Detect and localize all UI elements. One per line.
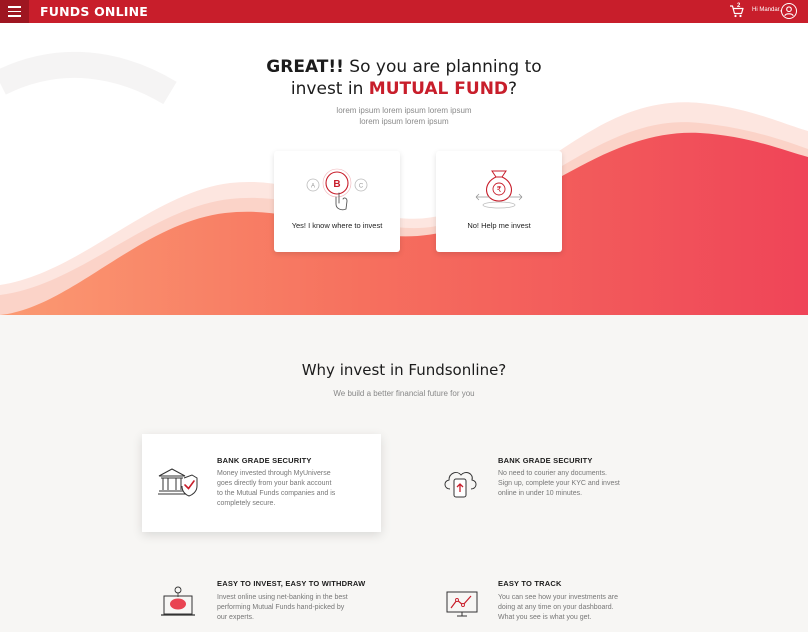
feature-line: What you see is what you get. bbox=[498, 614, 592, 621]
abc-choice-icon: A C B bbox=[306, 168, 368, 211]
feature-heading: BANK GRADE SECURITY bbox=[217, 456, 312, 465]
feature-description: Money invested through MyUniverse goes d… bbox=[217, 469, 335, 509]
feature-line: to the Mutual Funds companies and is bbox=[217, 490, 336, 497]
hero-section: GREAT!! So you are planning to invest in… bbox=[0, 23, 808, 315]
cloud-phone-icon bbox=[444, 472, 477, 498]
piggy-bank-laptop-icon bbox=[161, 586, 195, 616]
cart-count-badge: 2 bbox=[737, 3, 741, 9]
feature-line: doing at any time on your dashboard. bbox=[498, 604, 614, 611]
user-avatar-icon[interactable] bbox=[781, 3, 797, 19]
feature-line: No need to courier any documents. bbox=[498, 470, 607, 477]
option-letter-c: C bbox=[359, 184, 364, 190]
feature-description: Invest online using net-banking in the b… bbox=[217, 593, 348, 623]
brand-logo[interactable]: FUNDS ONLINE bbox=[40, 4, 148, 19]
choice-help-me-invest[interactable]: ₹ No! Help me invest bbox=[436, 151, 562, 252]
feature-line: online in under 10 minutes. bbox=[498, 490, 583, 497]
menu-icon[interactable] bbox=[0, 0, 29, 23]
hero-title-bold: GREAT!! bbox=[266, 57, 344, 77]
hero-title-accent: MUTUAL FUND bbox=[368, 79, 509, 99]
choice-label: No! Help me invest bbox=[467, 221, 531, 230]
feature-line: Money invested through MyUniverse bbox=[217, 470, 331, 477]
feature-line: You can see how your investments are bbox=[498, 594, 618, 601]
top-navbar: FUNDS ONLINE 2 Hi Mandar, bbox=[0, 0, 808, 23]
feature-line: completely secure. bbox=[217, 500, 276, 507]
user-greeting[interactable]: Hi Mandar, bbox=[752, 7, 781, 13]
hero-title-prefix: invest in bbox=[290, 79, 369, 99]
feature-heading: EASY TO INVEST, EASY TO WITHDRAW bbox=[217, 579, 366, 588]
hero-subtitle-line-2: lorem ipsum lorem ipsum bbox=[359, 117, 449, 126]
why-section-title: Why invest in Fundsonline? bbox=[301, 361, 507, 379]
feature-description: You can see how your investments are doi… bbox=[498, 593, 618, 623]
hero-subtitle-line-1: lorem ipsum lorem ipsum lorem ipsum bbox=[336, 106, 472, 115]
chart-monitor-icon bbox=[446, 591, 478, 617]
choice-know-where-to-invest[interactable]: A C B Yes! I know where to invest bbox=[274, 151, 400, 252]
feature-line: goes directly from your bank account bbox=[217, 480, 332, 487]
choice-label: Yes! I know where to invest bbox=[291, 221, 383, 230]
hero-title-line-2: invest in MUTUAL FUND? bbox=[0, 78, 808, 100]
feature-heading: BANK GRADE SECURITY bbox=[498, 456, 593, 465]
feature-line: our experts. bbox=[217, 614, 254, 621]
svg-text:₹: ₹ bbox=[496, 185, 501, 194]
feature-line: Sign up, complete your KYC and invest bbox=[498, 480, 620, 487]
why-section-subtitle: We build a better financial future for y… bbox=[333, 389, 475, 398]
option-letter-a: A bbox=[311, 184, 315, 190]
hero-title-rest: So you are planning to bbox=[343, 57, 542, 77]
feature-line: performing Mutual Funds hand-picked by bbox=[217, 604, 345, 611]
hero-title-line-1: GREAT!! So you are planning to bbox=[0, 56, 808, 78]
option-letter-b: B bbox=[333, 179, 340, 190]
hero-title-suffix: ? bbox=[508, 79, 518, 99]
feature-line: Invest online using net-banking in the b… bbox=[217, 594, 348, 601]
feature-heading: EASY TO TRACK bbox=[498, 579, 562, 588]
bank-shield-icon bbox=[158, 468, 198, 497]
feature-description: No need to courier any documents. Sign u… bbox=[498, 469, 620, 499]
money-bag-icon: ₹ bbox=[475, 170, 523, 209]
